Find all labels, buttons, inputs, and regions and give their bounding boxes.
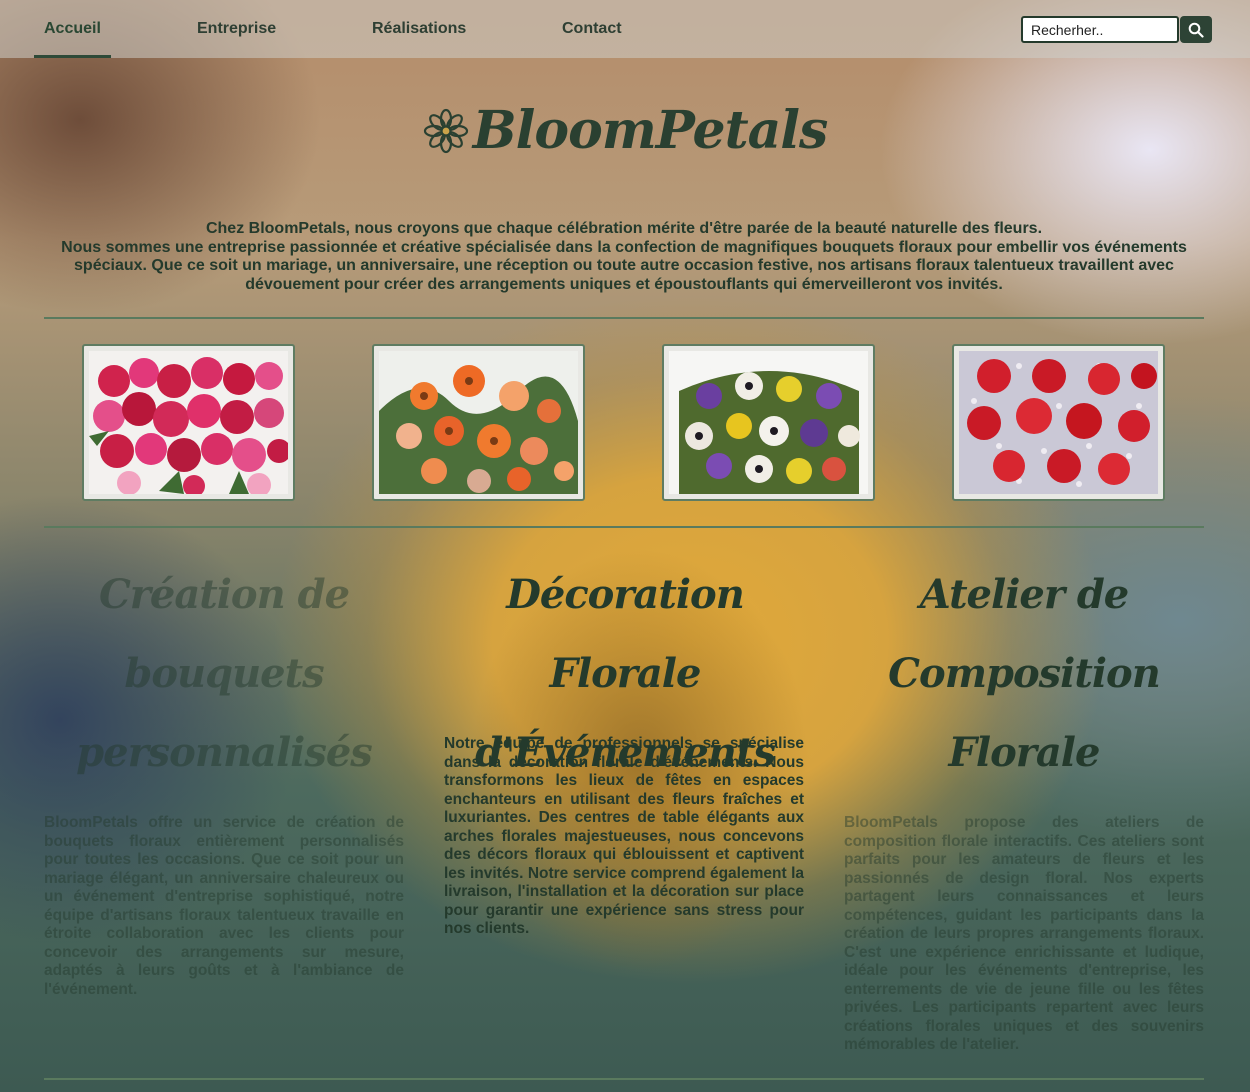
bouquet-orange-image — [379, 351, 578, 494]
brand-name: BloomPetals — [472, 100, 829, 161]
divider-bottom — [44, 1078, 1204, 1080]
gallery-image-1[interactable] — [82, 344, 295, 501]
service-title-bouquets: Création de bouquets personnalisés — [76, 571, 373, 776]
nav-item-accueil[interactable]: Accueil — [44, 20, 101, 38]
nav-item-realisations[interactable]: Réalisations — [372, 20, 466, 38]
service-text-atelier: BloomPetals propose des ateliers de comp… — [844, 814, 1204, 1053]
brand-title: BloomPetals — [0, 100, 1250, 161]
search-icon — [1188, 22, 1204, 38]
intro-text: Chez BloomPetals, nous croyons que chaqu… — [44, 220, 1204, 294]
search-input[interactable] — [1021, 16, 1179, 43]
service-text-decoration: Notre équipe de professionnels se spécia… — [444, 735, 804, 937]
divider-top — [44, 317, 1204, 319]
divider-middle — [44, 526, 1204, 528]
service-text-bouquets: BloomPetals offre un service de création… — [44, 814, 404, 998]
gallery-image-3[interactable] — [662, 344, 875, 501]
nav-item-entreprise[interactable]: Entreprise — [197, 20, 276, 38]
intro-line-2: Nous sommes une entreprise passionnée et… — [61, 238, 1187, 293]
active-nav-indicator — [34, 55, 111, 58]
intro-line-1: Chez BloomPetals, nous croyons que chaqu… — [205, 220, 1043, 237]
flower-icon — [423, 108, 468, 153]
gallery-image-2[interactable] — [372, 344, 585, 501]
bouquet-roses-image — [89, 351, 288, 494]
nav-item-contact[interactable]: Contact — [562, 20, 622, 38]
bouquet-mixed-image — [669, 351, 868, 494]
bouquet-red-roses-image — [959, 351, 1158, 494]
gallery-image-4[interactable] — [952, 344, 1165, 501]
top-nav: Accueil Entreprise Réalisations Contact — [0, 0, 1250, 58]
service-title-atelier: Atelier de Composition Florale — [888, 571, 1161, 776]
search-button[interactable] — [1180, 16, 1212, 43]
